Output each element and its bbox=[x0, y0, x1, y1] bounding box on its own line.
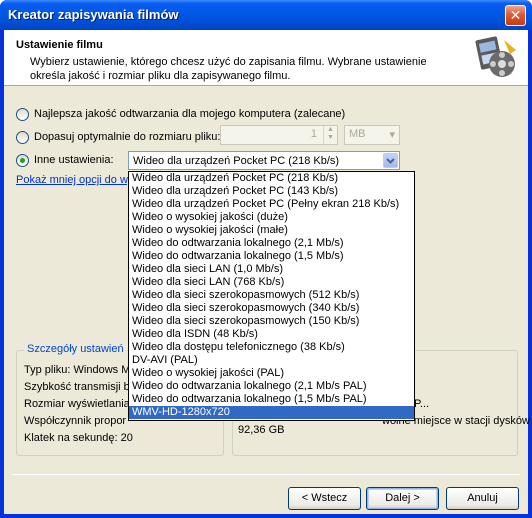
file-size-spinner[interactable]: 1 ▲ ▼ bbox=[220, 125, 338, 145]
dropdown-option[interactable]: Wideo do odtwarzania lokalnego (2,1 Mb/s… bbox=[129, 380, 414, 393]
dropdown-option[interactable]: Wideo dla sieci szerokopasmowych (512 Kb… bbox=[129, 289, 414, 302]
file-size-value: 1 bbox=[310, 128, 317, 140]
chevron-down-icon bbox=[386, 157, 395, 164]
wizard-window: Kreator zapisywania filmów ✕ Ustawienie … bbox=[0, 0, 532, 518]
detail-file-type: Typ pliku: Windows M bbox=[24, 364, 131, 376]
option-other-settings[interactable]: Inne ustawienia: bbox=[16, 151, 114, 169]
radio-best-quality[interactable] bbox=[16, 107, 29, 121]
detail-display-size: Rozmiar wyświetlania bbox=[24, 398, 130, 410]
settings-details-title: Szczegóły ustawień bbox=[24, 343, 127, 355]
dropdown-option[interactable]: Wideo o wysokiej jakości (duże) bbox=[129, 211, 414, 224]
cancel-button[interactable]: Anuluj bbox=[446, 487, 519, 510]
dropdown-option[interactable]: Wideo dla sieci LAN (1,0 Mb/s) bbox=[129, 263, 414, 276]
back-button[interactable]: < Wstecz bbox=[288, 487, 361, 510]
film-reel-icon bbox=[475, 36, 516, 77]
dropdown-option[interactable]: Wideo o wysokiej jakości (małe) bbox=[129, 224, 414, 237]
dropdown-option[interactable]: Wideo o wysokiej jakości (PAL) bbox=[129, 367, 414, 380]
detail-aspect-ratio: Współczynnik propor bbox=[24, 415, 127, 427]
close-button[interactable]: ✕ bbox=[505, 5, 526, 26]
dropdown-option[interactable]: WMV-HD-1280x720 bbox=[129, 406, 414, 419]
option-best-quality[interactable]: Najlepsza jakość odtwarzania dla mojego … bbox=[16, 105, 345, 123]
option-fit-file-size[interactable]: Dopasuj optymalnie do rozmiaru pliku: bbox=[16, 128, 220, 146]
dropdown-option[interactable]: Wideo dla urządzeń Pocket PC (143 Kb/s) bbox=[129, 185, 414, 198]
radio-other-settings[interactable] bbox=[16, 153, 29, 167]
wizard-header: Ustawienie filmu Wybierz ustawienie, któ… bbox=[4, 30, 528, 86]
file-size-unit-select[interactable]: MB ▾ bbox=[344, 125, 400, 145]
dropdown-option[interactable]: Wideo dla urządzeń Pocket PC (218 Kb/s) bbox=[129, 172, 414, 185]
show-fewer-options-link[interactable]: Pokaż mniej opcji do wy bbox=[16, 174, 133, 186]
chevron-down-icon: ▾ bbox=[389, 129, 395, 141]
dropdown-option[interactable]: Wideo dla sieci LAN (768 Kb/s) bbox=[129, 276, 414, 289]
option-other-settings-label: Inne ustawienia: bbox=[34, 154, 114, 166]
dropdown-option[interactable]: Wideo do odtwarzania lokalnego (2,1 Mb/s… bbox=[129, 237, 414, 250]
settings-combobox[interactable]: Wideo dla urządzeń Pocket PC (218 Kb/s) bbox=[128, 151, 400, 170]
dropdown-option[interactable]: Wideo dla urządzeń Pocket PC (Pełny ekra… bbox=[129, 198, 414, 211]
button-separator bbox=[12, 474, 520, 475]
spinner-arrows-icon[interactable]: ▲ ▼ bbox=[323, 126, 337, 144]
window-title: Kreator zapisywania filmów bbox=[8, 7, 179, 22]
detail-fps: Klatek na sekundę: 20 bbox=[24, 432, 133, 444]
disk-info-tail: P... bbox=[414, 398, 430, 410]
dropdown-option[interactable]: Wideo dla ISDN (48 Kb/s) bbox=[129, 328, 414, 341]
dropdown-option[interactable]: Wideo dla sieci szerokopasmowych (340 Kb… bbox=[129, 302, 414, 315]
option-fit-file-size-label: Dopasuj optymalnie do rozmiaru pliku: bbox=[34, 131, 221, 143]
next-button[interactable]: Dalej > bbox=[366, 487, 439, 510]
settings-dropdown-list[interactable]: Wideo dla urządzeń Pocket PC (218 Kb/s) W… bbox=[128, 171, 415, 421]
file-size-unit: MB bbox=[349, 128, 366, 140]
settings-selected-value: Wideo dla urządzeń Pocket PC (218 Kb/s) bbox=[133, 155, 340, 167]
dropdown-option[interactable]: Wideo dla sieci szerokopasmowych (150 Kb… bbox=[129, 315, 414, 328]
disk-space-value: 92,36 GB bbox=[238, 424, 285, 436]
dropdown-option[interactable]: Wideo dla dostępu telefonicznego (38 Kb/… bbox=[129, 341, 414, 354]
title-bar[interactable]: Kreator zapisywania filmów ✕ bbox=[0, 0, 532, 30]
wizard-client-area: Ustawienie filmu Wybierz ustawienie, któ… bbox=[4, 30, 532, 514]
dropdown-option[interactable]: Wideo do odtwarzania lokalnego (1,5 Mb/s… bbox=[129, 393, 414, 406]
radio-fit-file-size[interactable] bbox=[16, 130, 29, 144]
detail-bitrate: Szybkość transmisji b bbox=[24, 381, 130, 393]
combobox-dropdown-button[interactable] bbox=[383, 153, 398, 168]
page-description: Wybierz ustawienie, którego chcesz użyć … bbox=[30, 56, 427, 82]
dropdown-option[interactable]: DV-AVI (PAL) bbox=[129, 354, 414, 367]
dropdown-option[interactable]: Wideo do odtwarzania lokalnego (1,5 Mb/s… bbox=[129, 250, 414, 263]
option-best-quality-label: Najlepsza jakość odtwarzania dla mojego … bbox=[34, 108, 346, 120]
page-title: Ustawienie filmu bbox=[16, 39, 103, 51]
